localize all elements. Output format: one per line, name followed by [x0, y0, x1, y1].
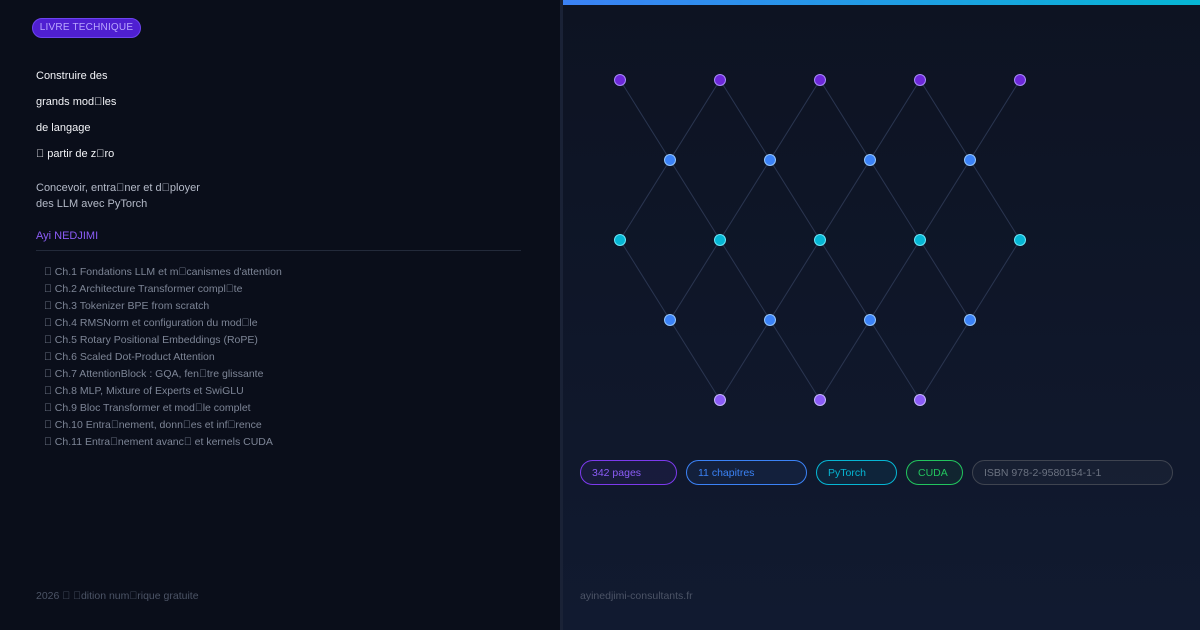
book-title-line-1: Construire des: [36, 70, 108, 82]
chapter-item:   Ch.2 Architecture Transformer compl te: [44, 283, 243, 295]
network-node: [1014, 234, 1026, 246]
subtitle-line-1: Concevoir, entra ner et d ployer: [36, 182, 200, 194]
network-edge: [769, 239, 821, 321]
network-node: [914, 74, 926, 86]
network-edge: [719, 159, 771, 241]
network-node: [764, 314, 776, 326]
network-node: [914, 234, 926, 246]
page-count-badge: 342 pages: [580, 460, 677, 485]
network-edge: [619, 239, 671, 321]
network-node: [714, 234, 726, 246]
network-edge: [919, 79, 971, 161]
divider-rule: [36, 250, 521, 251]
website-link[interactable]: ayinedjimi-consultants.fr: [580, 590, 693, 602]
network-node: [664, 314, 676, 326]
chapter-item:   Ch.5 Rotary Positional Embeddings (RoP…: [44, 334, 258, 346]
network-edge: [969, 79, 1021, 161]
network-edge: [869, 239, 921, 321]
neural-network-graphic: [614, 74, 1026, 406]
network-node: [864, 314, 876, 326]
network-node: [714, 394, 726, 406]
network-edge: [769, 159, 821, 241]
chapter-item:   Ch.4 RMSNorm et configuration du mod l…: [44, 317, 258, 329]
network-node: [864, 154, 876, 166]
chapter-item:   Ch.9 Bloc Transformer et mod le comple…: [44, 402, 251, 414]
chapter-item:   Ch.6 Scaled Dot-Product Attention: [44, 351, 215, 363]
network-edge: [869, 159, 921, 241]
network-node: [664, 154, 676, 166]
network-edge: [719, 239, 771, 321]
network-edge: [819, 239, 871, 321]
network-edge: [819, 79, 871, 161]
author-name: Ayi NEDJIMI: [36, 230, 99, 242]
chapter-item:   Ch.11 Entra nement avanc  et kernels C…: [44, 436, 273, 448]
network-edge: [969, 239, 1021, 321]
network-node: [814, 74, 826, 86]
category-tag: LIVRE TECHNIQUE: [32, 18, 141, 38]
network-edge: [669, 79, 721, 161]
network-node: [1014, 74, 1026, 86]
network-edge: [919, 159, 971, 241]
cover-left-panel: LIVRE TECHNIQUE Construire des grands mo…: [0, 0, 560, 630]
network-node: [764, 154, 776, 166]
network-edge: [819, 159, 871, 241]
subtitle-line-2: des LLM avec PyTorch: [36, 198, 148, 210]
network-edge: [719, 319, 771, 401]
network-edge: [669, 159, 721, 241]
chapter-count-badge: 11 chapitres: [686, 460, 807, 485]
network-node: [614, 74, 626, 86]
network-edge: [619, 79, 671, 161]
chapter-list:   Ch.1 Fondations LLM et m canismes d'at…: [44, 264, 282, 451]
book-title-line-2: grands mod les: [36, 96, 117, 108]
network-edge: [869, 319, 921, 401]
network-edge: [919, 319, 971, 401]
chapter-item:   Ch.10 Entra nement, donn es et inf ren…: [44, 419, 262, 431]
network-node: [614, 234, 626, 246]
cuda-badge: CUDA: [906, 460, 963, 485]
network-edge: [769, 319, 821, 401]
isbn-badge: ISBN 978-2-9580154-1-1: [972, 460, 1173, 485]
network-edge: [669, 319, 721, 401]
book-title-line-3: de langage: [36, 122, 91, 134]
chapter-item:   Ch.3 Tokenizer BPE from scratch: [44, 300, 210, 312]
network-edge: [669, 239, 721, 321]
network-edge: [969, 159, 1021, 241]
network-nodes: [614, 74, 1026, 406]
chapter-item:   Ch.8 MLP, Mixture of Experts et SwiGLU: [44, 385, 244, 397]
cover-right-panel: 342 pages 11 chapitres PyTorch CUDA ISBN…: [563, 0, 1200, 630]
network-edge: [769, 79, 821, 161]
network-edge: [919, 239, 971, 321]
network-node: [964, 314, 976, 326]
network-node: [814, 234, 826, 246]
network-node: [914, 394, 926, 406]
chapter-item:   Ch.1 Fondations LLM et m canismes d'at…: [44, 266, 282, 278]
network-edge: [619, 159, 671, 241]
book-title-line-4:   partir de z ro: [36, 148, 115, 160]
network-edge: [869, 79, 921, 161]
pytorch-badge: PyTorch: [816, 460, 897, 485]
network-edge: [819, 319, 871, 401]
network-node: [714, 74, 726, 86]
edition-note: 2026    dition num rique gratuite: [36, 590, 199, 602]
network-edge: [719, 79, 771, 161]
chapter-item:   Ch.7 AttentionBlock : GQA, fen tre gli…: [44, 368, 264, 380]
network-node: [814, 394, 826, 406]
network-node: [964, 154, 976, 166]
